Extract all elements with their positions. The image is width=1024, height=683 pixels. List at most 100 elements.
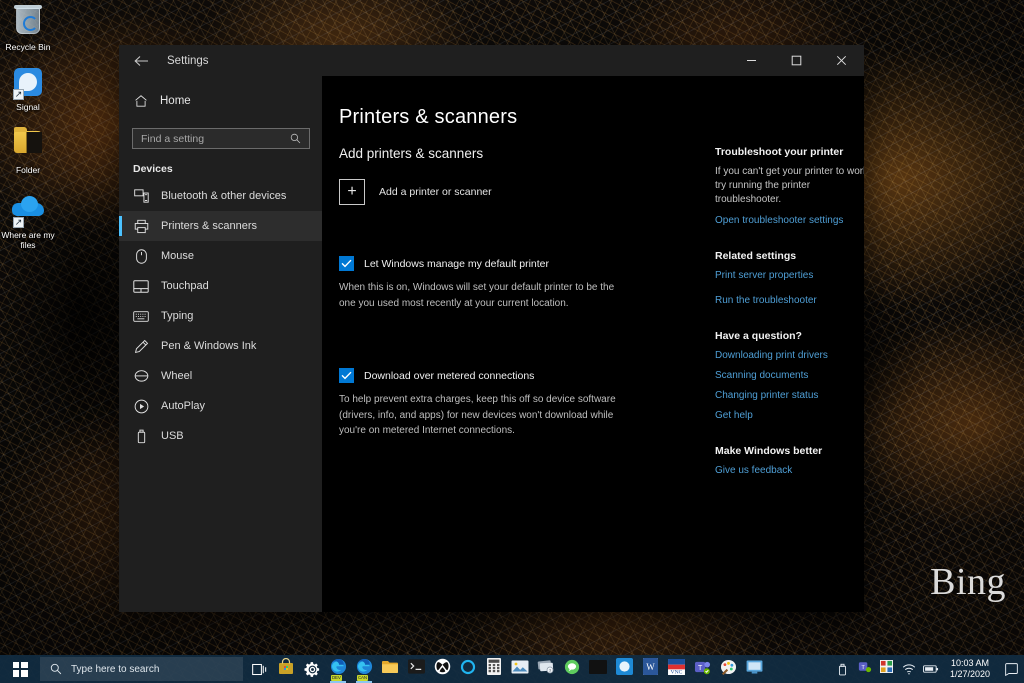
- printer-icon: [133, 218, 149, 234]
- maximize-button[interactable]: [774, 45, 819, 76]
- link-changing-printer-status[interactable]: Changing printer status: [715, 389, 864, 403]
- bluetooth-devices-icon: [133, 188, 149, 204]
- taskbar-item-microsoft-store[interactable]: [273, 655, 299, 683]
- back-arrow-icon[interactable]: [119, 45, 163, 76]
- teams-icon: T: [694, 659, 711, 680]
- sidebar-item-wheel[interactable]: Wheel: [119, 361, 322, 391]
- taskbar-item-remote-desktop[interactable]: [741, 655, 767, 683]
- sidebar-home-label: Home: [160, 95, 191, 107]
- taskbar-item-vnc-viewer[interactable]: VNC: [663, 655, 689, 683]
- desktop-icon-label: Where are my files: [1, 230, 55, 250]
- desktop-icon-where-are-my-files[interactable]: ↗ Where are my files: [0, 183, 56, 250]
- taskbar-item-word[interactable]: W: [637, 655, 663, 683]
- desktop-icon-label: Signal: [16, 102, 40, 112]
- page-title: Printers & scanners: [339, 106, 518, 128]
- taskbar-item-edge-canary[interactable]: CAN: [351, 655, 377, 683]
- signal-app-icon: ↗: [11, 68, 45, 100]
- link-scanning-documents[interactable]: Scanning documents: [715, 369, 864, 383]
- task-view-icon: [252, 663, 268, 676]
- shortcut-overlay-icon: ↗: [13, 217, 24, 228]
- tray-item-usb-eject[interactable]: [832, 655, 854, 683]
- close-button[interactable]: [819, 45, 864, 76]
- messaging-icon: [564, 659, 580, 680]
- gear-icon: [303, 661, 321, 678]
- tray-item-color-app[interactable]: [876, 655, 898, 683]
- taskbar-item-terminal[interactable]: [403, 655, 429, 683]
- add-printer-button[interactable]: + Add a printer or scanner: [339, 179, 697, 205]
- usb-icon: [133, 428, 149, 444]
- action-center-button[interactable]: [998, 655, 1024, 683]
- desktop-icon-recycle-bin[interactable]: Recycle Bin: [0, 0, 56, 52]
- sidebar-item-label: Wheel: [161, 370, 193, 382]
- sidebar-item-mouse[interactable]: Mouse: [119, 241, 322, 271]
- taskbar-item-edge-dev[interactable]: DEV: [325, 655, 351, 683]
- desktop-icon-folder[interactable]: Folder: [0, 120, 56, 175]
- sidebar-item-label: Pen & Windows Ink: [161, 340, 257, 352]
- usb-tray-icon: [838, 663, 847, 676]
- sidebar-item-label: Mouse: [161, 250, 195, 262]
- settings-window: Settings Home Find a setting Devices Blu…: [119, 45, 864, 612]
- battery-icon: [923, 664, 939, 674]
- wifi-icon: [902, 663, 916, 675]
- autoplay-icon: [133, 398, 149, 414]
- taskbar-item-xbox[interactable]: [429, 655, 455, 683]
- checkbox-label: Let Windows manage my default printer: [364, 257, 550, 270]
- taskbar-item-paint-3d[interactable]: [715, 655, 741, 683]
- taskbar-clock[interactable]: 10:03 AM 1/27/2020: [942, 658, 998, 680]
- taskbar-item-file-explorer[interactable]: [377, 655, 403, 683]
- link-open-troubleshooter-settings[interactable]: Open troubleshooter settings: [715, 214, 864, 228]
- search-icon: [50, 663, 62, 675]
- link-downloading-print-drivers[interactable]: Downloading print drivers: [715, 349, 864, 363]
- desktop-icon-label: Folder: [15, 165, 41, 175]
- taskbar-item-messaging[interactable]: [559, 655, 585, 683]
- desktop-icon-label: Recycle Bin: [5, 42, 51, 52]
- link-get-help[interactable]: Get help: [715, 409, 864, 423]
- window-titlebar[interactable]: Settings: [119, 45, 864, 76]
- sidebar-item-label: Printers & scanners: [161, 220, 257, 232]
- link-give-us-feedback[interactable]: Give us feedback: [715, 464, 864, 478]
- start-button[interactable]: [0, 655, 40, 683]
- svg-text:T: T: [697, 664, 702, 671]
- taskbar-item-microsoft-teams[interactable]: T: [689, 655, 715, 683]
- desktop-icon-list: Recycle Bin ↗ Signal Folder ↗ Where are …: [0, 0, 56, 258]
- settings-search-box[interactable]: [132, 128, 310, 149]
- taskbar-item-skype[interactable]: [611, 655, 637, 683]
- tray-item-battery[interactable]: [920, 655, 942, 683]
- checkbox-row-metered[interactable]: Download over metered connections: [339, 368, 697, 383]
- sidebar-item-bluetooth-other-devices[interactable]: Bluetooth & other devices: [119, 181, 322, 211]
- sidebar-item-home[interactable]: Home: [119, 86, 322, 116]
- checkbox-default-printer[interactable]: [339, 256, 354, 271]
- desktop-icon-signal[interactable]: ↗ Signal: [0, 60, 56, 112]
- minimize-button[interactable]: [729, 45, 774, 76]
- task-view-button[interactable]: [247, 655, 273, 683]
- sidebar-item-usb[interactable]: USB: [119, 421, 322, 451]
- clock-date: 1/27/2020: [949, 669, 990, 679]
- taskbar-item-calculator[interactable]: [481, 655, 507, 683]
- sidebar-item-touchpad[interactable]: Touchpad: [119, 271, 322, 301]
- taskbar-item-sticky-notes[interactable]: 3: [533, 655, 559, 683]
- taskbar-search-box[interactable]: Type here to search: [40, 657, 243, 681]
- sidebar-item-pen-windows-ink[interactable]: Pen & Windows Ink: [119, 331, 322, 361]
- rail-group-troubleshoot: Troubleshoot your printer If you can't g…: [715, 146, 864, 228]
- tray-item-teams[interactable]: T: [854, 655, 876, 683]
- clock-time: 10:03 AM: [950, 658, 989, 668]
- edge-dev-badge: DEV: [331, 675, 342, 681]
- checkbox-metered-connections[interactable]: [339, 368, 354, 383]
- taskbar-item-settings[interactable]: [299, 655, 325, 683]
- search-input[interactable]: [141, 132, 287, 145]
- link-run-the-troubleshooter[interactable]: Run the troubleshooter: [715, 294, 864, 308]
- svg-text:VNC: VNC: [670, 669, 682, 674]
- action-center-icon: [1004, 662, 1018, 676]
- taskbar-item-cortana[interactable]: [455, 655, 481, 683]
- system-tray: T 10:03 AM 1/27/2020: [832, 655, 1024, 683]
- sidebar-item-typing[interactable]: Typing: [119, 301, 322, 331]
- link-print-server-properties[interactable]: Print server properties: [715, 269, 864, 283]
- taskbar-item-movies-tv[interactable]: [585, 655, 611, 683]
- sidebar-item-autoplay[interactable]: AutoPlay: [119, 391, 322, 421]
- checkbox-row-default-printer[interactable]: Let Windows manage my default printer: [339, 256, 697, 271]
- color-tray-icon: [880, 660, 894, 678]
- taskbar-item-photos[interactable]: [507, 655, 533, 683]
- tray-item-network[interactable]: [898, 655, 920, 683]
- shortcut-overlay-icon: ↗: [13, 89, 24, 100]
- sidebar-item-printers-scanners[interactable]: Printers & scanners: [119, 211, 322, 241]
